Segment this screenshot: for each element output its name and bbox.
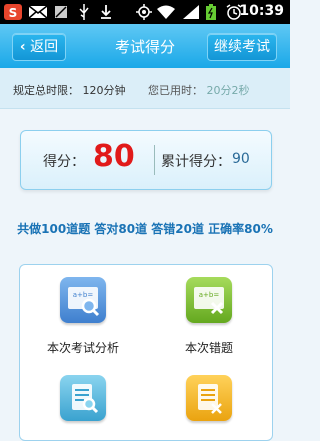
time-used-label: 您已用时： [148,84,203,97]
exam-analysis-item[interactable]: a+b= 本次考试分析 [20,265,146,355]
mail-icon [28,5,48,19]
wrong-questions-item[interactable]: a+b= 本次错题 [146,265,272,355]
result-summary: 共做100道题 答对80道 答错20道 正确率80% [17,222,273,236]
download-icon [101,5,111,19]
document-search-item[interactable] [20,365,146,440]
time-limit-value: 120分钟 [82,84,126,97]
document-list-item[interactable] [146,365,272,440]
clock-time: 10:39 [239,3,284,19]
continue-exam-button[interactable]: 继续考试 [207,33,277,61]
exam-analysis-label: 本次考试分析 [46,341,119,355]
time-info-bar: 规定总时限： 120分钟 您已用时： 20分2秒 [0,68,290,109]
score-label: 得分： [43,154,85,170]
wrong-questions-label: 本次错题 [184,341,233,355]
time-limit: 规定总时限： 120分钟 [13,82,126,98]
total-score-label: 累计得分： [161,154,231,170]
score-card: 得分： 80 累计得分： 90 [20,130,272,190]
wrong-questions-icon: a+b= [186,277,232,323]
time-limit-label: 规定总时限： [13,84,79,97]
menu-grid: a+b= 本次考试分析 a+b= 本次错题 [19,264,273,441]
battery-icon [206,4,216,20]
wifi-icon [157,5,175,19]
app-notification-icon: S [4,4,22,20]
score-value: 80 [93,139,135,174]
title-bar: ‹ 返回 考试得分 继续考试 [0,24,290,69]
status-bar: S 10:39 [0,0,290,24]
usb-icon [79,4,89,20]
score-divider [154,145,155,175]
time-used-value: 20分2秒 [206,84,250,97]
exam-analysis-icon: a+b= [60,277,106,323]
signal-icon [183,5,199,19]
total-score-value: 90 [232,151,250,167]
svg-text:S: S [9,6,18,20]
svg-text:a+b=: a+b= [73,291,94,299]
gps-icon [136,4,152,20]
image-icon [55,6,67,18]
time-used: 您已用时： 20分2秒 [148,82,250,98]
document-search-icon [60,375,106,421]
svg-text:a+b=: a+b= [199,291,220,299]
document-list-icon [186,375,232,421]
